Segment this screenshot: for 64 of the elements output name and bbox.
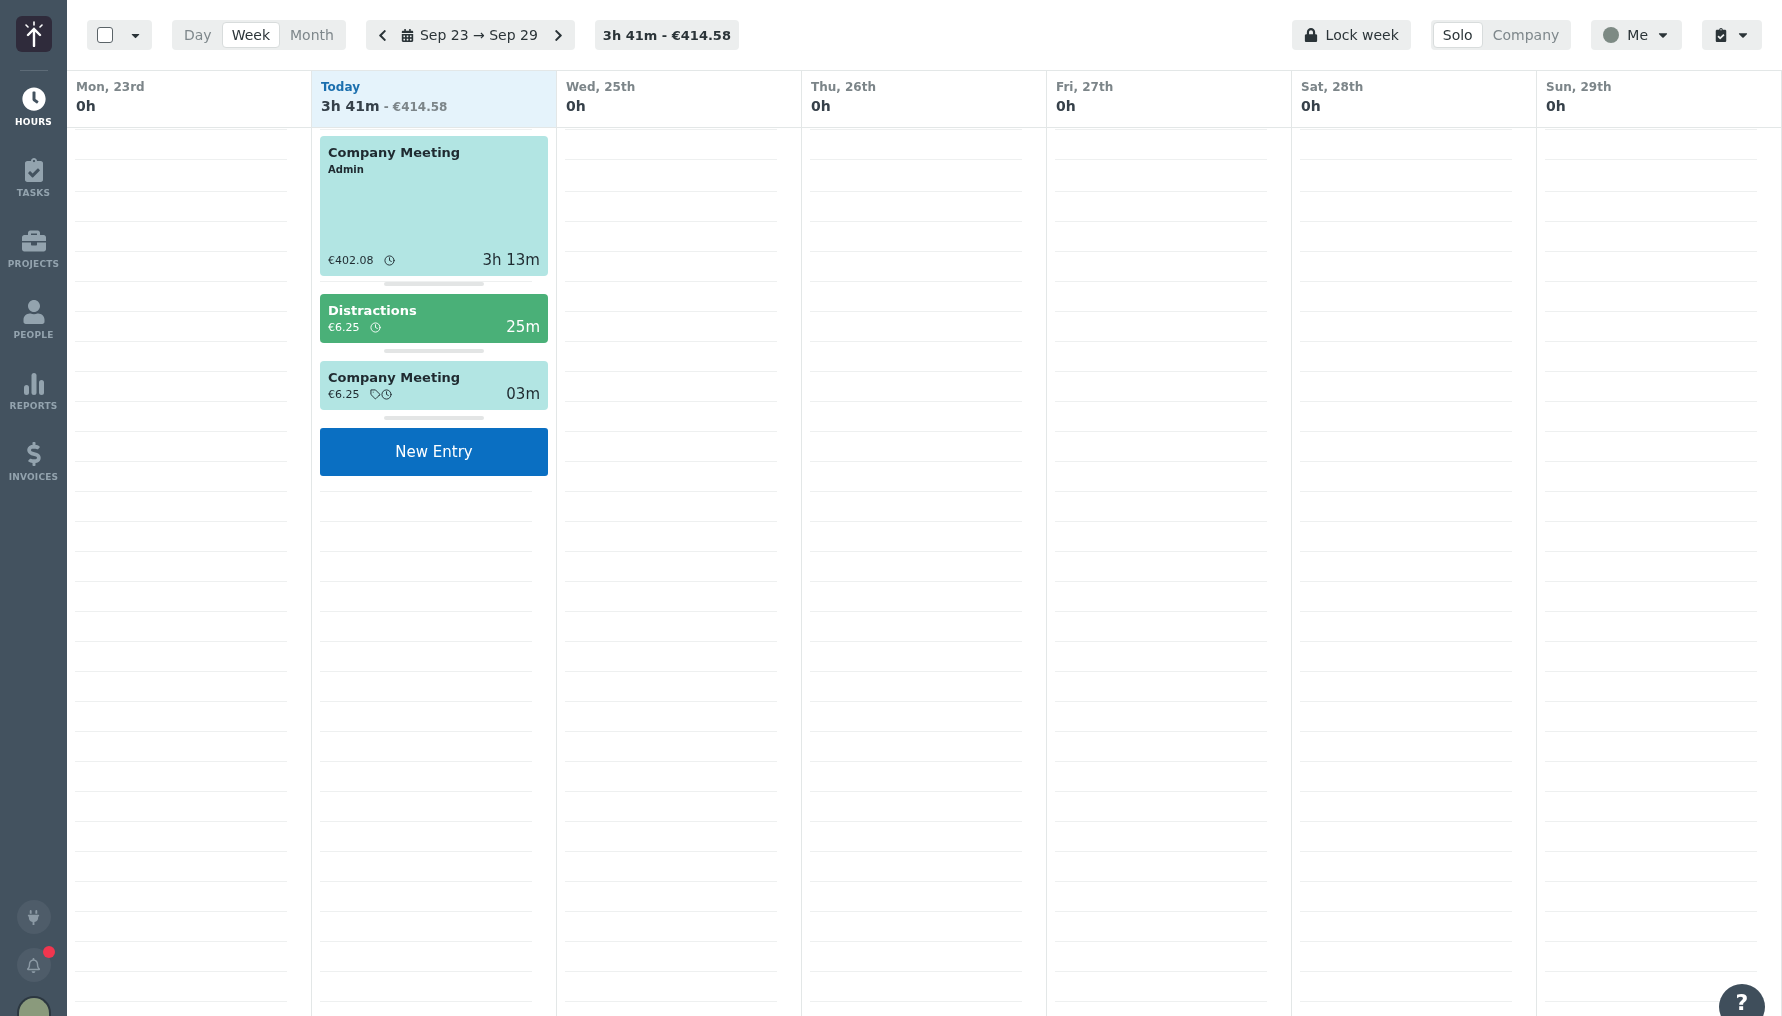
plug-icon — [26, 909, 41, 925]
entry-duration: 25m — [506, 318, 540, 336]
user-dropdown[interactable]: Me — [1591, 20, 1682, 50]
view-tab[interactable]: Week — [221, 22, 280, 48]
time-entry[interactable]: Company Meeting €6.25 03m — [320, 361, 548, 410]
day-label: Wed, 25th — [566, 80, 637, 94]
new-entry-button[interactable]: New Entry — [320, 428, 548, 476]
calendar-icon — [400, 28, 414, 42]
day-label: Mon, 23rd — [76, 80, 146, 94]
select-dropdown[interactable] — [87, 20, 152, 50]
week-total: 3h 41m - €414.58 — [594, 20, 739, 50]
lock-week-button[interactable]: Lock week — [1291, 20, 1411, 50]
day-total: 3h 41m — [321, 98, 380, 114]
time-entry[interactable]: Company Meeting Admin €402.08 3h 13m — [320, 136, 548, 276]
day-amount: - €414.58 — [383, 100, 448, 114]
scope-tab[interactable]: Company — [1482, 22, 1570, 48]
day-label: Thu, 26th — [811, 80, 877, 94]
sidebar-nav-item[interactable]: PEOPLE — [0, 292, 67, 363]
time-entry[interactable]: Distractions €6.25 25m — [320, 294, 548, 343]
sidebar-nav-item[interactable]: REPORTS — [0, 363, 67, 434]
day-total: 0h — [1301, 98, 1321, 114]
day-total: 0h — [1056, 98, 1076, 114]
clipboard-check-icon — [1714, 28, 1728, 42]
day-label: Today — [321, 80, 361, 94]
date-range[interactable]: Sep 23 → Sep 29 — [413, 27, 544, 43]
entry-duration: 03m — [506, 385, 540, 403]
entry-amount: €6.25 — [328, 320, 360, 334]
entry-title: Distractions — [328, 303, 418, 318]
approval-dropdown[interactable] — [1702, 20, 1762, 50]
day-label: Sun, 29th — [1546, 80, 1613, 94]
avatar — [1603, 27, 1620, 43]
day-total: 0h — [1546, 98, 1566, 114]
lock-icon — [1303, 28, 1318, 42]
entry-title: Company Meeting — [328, 145, 462, 160]
entry-duration: 3h 13m — [482, 251, 540, 269]
day-total: 0h — [811, 98, 831, 114]
entry-project: Admin — [328, 164, 365, 175]
person-icon — [21, 300, 46, 324]
day-label: Sat, 28th — [1301, 80, 1365, 94]
help-button[interactable]: ? — [1719, 984, 1765, 1016]
clock-icon — [383, 254, 395, 266]
day-total: 0h — [566, 98, 586, 114]
sidebar-nav-item[interactable]: PROJECTS — [0, 221, 67, 292]
sidebar-nav-item[interactable]: INVOICES — [0, 434, 67, 505]
entry-title: Company Meeting — [328, 370, 462, 385]
bar-chart-icon — [22, 371, 45, 395]
sidebar-nav-item[interactable]: TASKS — [0, 150, 67, 221]
select-all-checkbox[interactable] — [97, 27, 113, 43]
app-logo[interactable] — [15, 16, 52, 52]
sidebar-nav-item[interactable]: HOURS — [0, 79, 67, 150]
briefcase-icon — [21, 229, 46, 253]
view-tab[interactable]: Month — [280, 22, 344, 48]
bell-icon — [26, 957, 41, 973]
clock-icon — [380, 388, 392, 400]
entry-amount: €6.25 — [328, 387, 360, 401]
view-tab[interactable]: Day — [174, 22, 222, 48]
user-avatar[interactable] — [16, 996, 51, 1016]
entry-amount: €402.08 — [328, 253, 374, 267]
day-label: Fri, 27th — [1056, 80, 1115, 94]
scope-tab[interactable]: Solo — [1432, 22, 1483, 48]
plug-button[interactable] — [16, 900, 51, 934]
clock-icon — [21, 87, 46, 111]
clock-icon — [369, 321, 381, 333]
day-total: 0h — [76, 98, 96, 114]
